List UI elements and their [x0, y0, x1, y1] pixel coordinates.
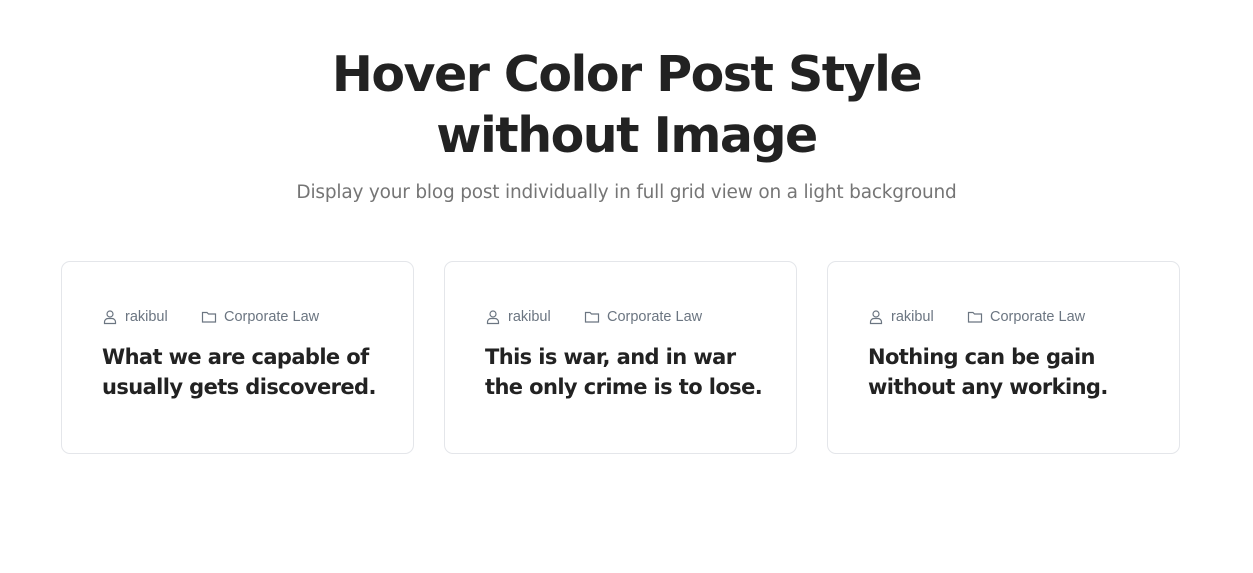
post-author-link[interactable]: rakibul — [485, 309, 584, 325]
user-icon — [485, 309, 501, 325]
post-author-link[interactable]: rakibul — [102, 309, 201, 325]
hero-section: Hover Color Post Style without Image Dis… — [0, 44, 1253, 206]
post-title[interactable]: Nothing can be gain without any working. — [868, 342, 1158, 402]
folder-icon — [584, 309, 600, 325]
post-author: rakibul — [125, 309, 168, 325]
folder-icon — [967, 309, 983, 325]
user-icon — [868, 309, 884, 325]
post-author: rakibul — [891, 309, 934, 325]
post-author: rakibul — [508, 309, 551, 325]
post-meta: rakibul Corporate Law — [102, 307, 319, 327]
post-category: Corporate Law — [990, 309, 1086, 325]
folder-icon — [201, 309, 217, 325]
post-category: Corporate Law — [607, 309, 703, 325]
post-title[interactable]: This is war, and in war the only crime i… — [485, 342, 775, 402]
post-card[interactable]: rakibul Corporate Law Nothing can be gai… — [827, 261, 1180, 454]
post-grid: rakibul Corporate Law What we are capabl… — [61, 261, 1183, 456]
post-card[interactable]: rakibul Corporate Law What we are capabl… — [61, 261, 414, 454]
post-author-link[interactable]: rakibul — [868, 309, 967, 325]
post-category-link[interactable]: Corporate Law — [967, 309, 1085, 325]
page-title: Hover Color Post Style without Image — [331, 46, 923, 164]
post-category-link[interactable]: Corporate Law — [584, 309, 702, 325]
post-meta: rakibul Corporate Law — [485, 307, 702, 327]
page-subtitle: Display your blog post individually in f… — [296, 182, 957, 203]
post-title[interactable]: What we are capable of usually gets disc… — [102, 342, 392, 402]
post-category-link[interactable]: Corporate Law — [201, 309, 319, 325]
post-card[interactable]: rakibul Corporate Law This is war, and i… — [444, 261, 797, 454]
post-category: Corporate Law — [224, 309, 320, 325]
user-icon — [102, 309, 118, 325]
post-meta: rakibul Corporate Law — [868, 307, 1085, 327]
